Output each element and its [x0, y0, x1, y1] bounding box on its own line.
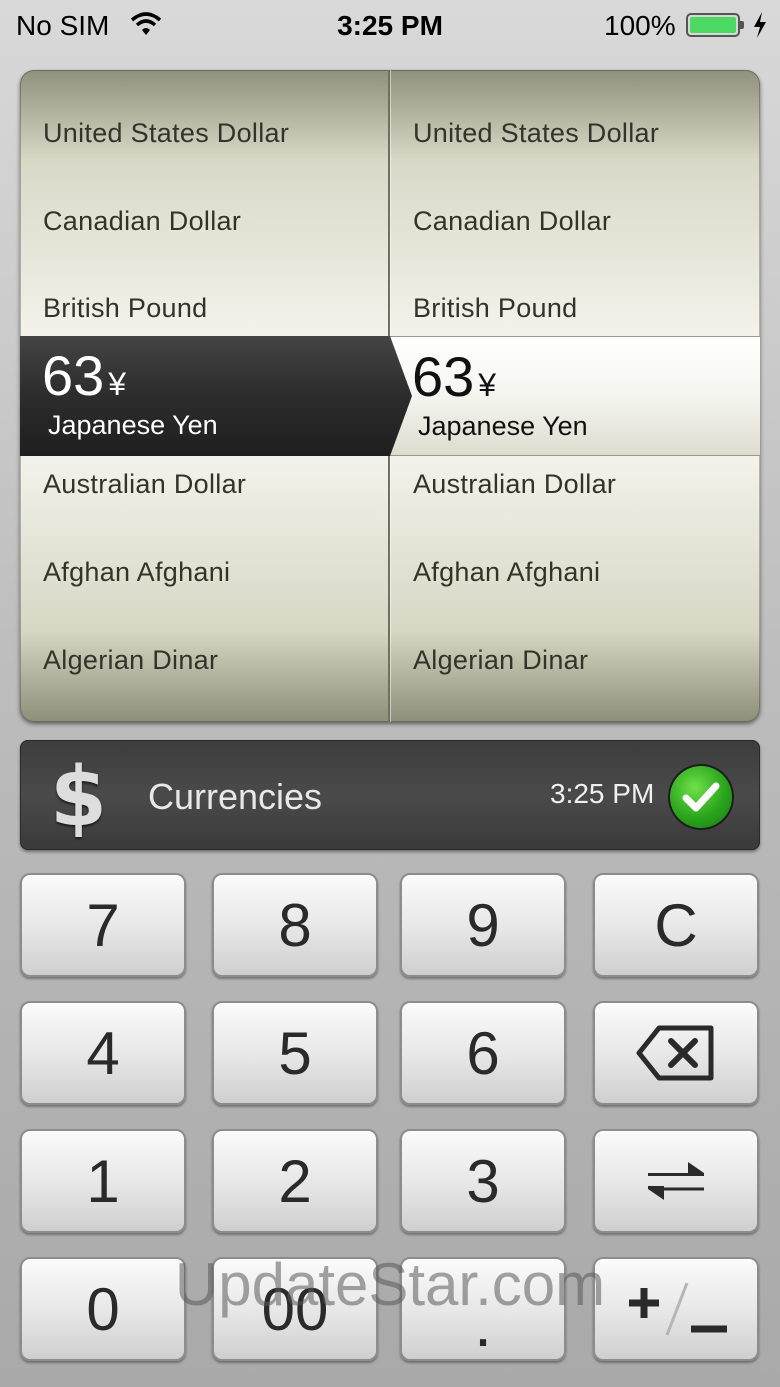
key-9[interactable]: 9	[400, 873, 566, 977]
plus-minus-icon	[629, 1282, 727, 1336]
backspace-icon	[636, 1025, 714, 1081]
picker-item[interactable]: Australian Dollar	[413, 469, 616, 500]
picker-item[interactable]: British Pound	[413, 293, 578, 324]
swap-icon	[648, 1162, 704, 1200]
key-0[interactable]: 0	[20, 1257, 186, 1361]
key-00[interactable]: 00	[212, 1257, 378, 1361]
sign-toggle-button[interactable]	[593, 1257, 759, 1361]
category-title: Currencies	[148, 776, 323, 817]
key-2[interactable]: 2	[212, 1129, 378, 1233]
key-6[interactable]: 6	[400, 1001, 566, 1105]
decimal-label: .	[474, 1288, 492, 1360]
converted-currency-symbol: ¥	[478, 367, 497, 403]
check-icon[interactable]	[670, 766, 732, 828]
converted-amount-value: 63	[412, 345, 475, 408]
dollar-icon: $	[50, 750, 108, 845]
key-3[interactable]: 3	[400, 1129, 566, 1233]
converted-amount: 63 ¥	[412, 345, 496, 417]
status-bar: No SIM 3:25 PM 100%	[0, 0, 780, 54]
input-amount: 63 ¥	[42, 344, 126, 416]
key-1[interactable]: 1	[20, 1129, 186, 1233]
battery-icon	[686, 13, 744, 37]
picker-item[interactable]: Algerian Dinar	[43, 645, 218, 676]
key-4[interactable]: 4	[20, 1001, 186, 1105]
clear-button[interactable]: C	[593, 873, 759, 977]
currency-picker[interactable]: United States Dollar Canadian Dollar Bri…	[20, 70, 760, 722]
rates-info-bar[interactable]: $ Currencies 3:25 PM	[20, 740, 760, 850]
last-updated-time: 3:25 PM	[550, 778, 655, 809]
charging-bolt-icon	[754, 12, 766, 38]
picker-item[interactable]: Algerian Dinar	[413, 645, 588, 676]
input-currency-name: Japanese Yen	[48, 410, 218, 440]
battery-percent: 100%	[604, 10, 676, 41]
key-5[interactable]: 5	[212, 1001, 378, 1105]
picker-item[interactable]: Afghan Afghani	[43, 557, 230, 588]
key-8[interactable]: 8	[212, 873, 378, 977]
picker-item[interactable]: United States Dollar	[43, 118, 289, 149]
decimal-button[interactable]: .	[400, 1257, 566, 1361]
picker-item[interactable]: Australian Dollar	[43, 469, 246, 500]
key-7[interactable]: 7	[20, 873, 186, 977]
to-currency-selected[interactable]: 63 ¥ Japanese Yen	[390, 336, 760, 456]
picker-item[interactable]: Afghan Afghani	[413, 557, 600, 588]
from-currency-selected[interactable]: 63 ¥ Japanese Yen	[20, 336, 412, 456]
input-amount-value: 63	[42, 344, 105, 407]
picker-item[interactable]: Canadian Dollar	[413, 206, 611, 237]
backspace-button[interactable]	[593, 1001, 759, 1105]
converted-currency-name: Japanese Yen	[418, 411, 588, 441]
input-currency-symbol: ¥	[108, 366, 127, 402]
picker-item[interactable]: British Pound	[43, 293, 208, 324]
picker-item[interactable]: United States Dollar	[413, 118, 659, 149]
swap-button[interactable]	[593, 1129, 759, 1233]
picker-item[interactable]: Canadian Dollar	[43, 206, 241, 237]
